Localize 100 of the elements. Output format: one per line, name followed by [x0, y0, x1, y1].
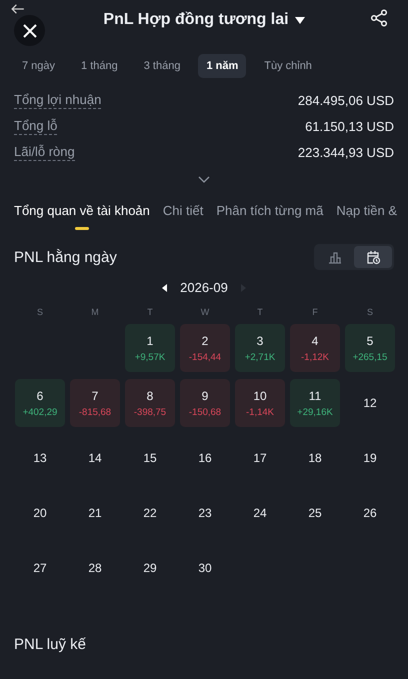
day-number: 21 — [88, 506, 102, 520]
day-number: 6 — [36, 388, 44, 402]
day-number: 10 — [253, 388, 267, 402]
summary-label[interactable]: Tổng lỗ — [14, 118, 58, 135]
calendar-day[interactable]: 24 — [235, 489, 285, 537]
calendar-day[interactable]: 8 -398,75 — [125, 379, 175, 427]
weekday-label: S — [366, 307, 374, 317]
calendar-day[interactable]: 9 -150,68 — [180, 379, 230, 427]
page-title[interactable]: PnL Hợp đồng tương lai — [103, 11, 289, 29]
section-tab[interactable]: Tổng quan về tài khoản — [14, 203, 150, 230]
calendar-day[interactable]: 23 — [180, 489, 230, 537]
pnl-value: -398,75 — [134, 406, 166, 418]
pnl-value: +29,16K — [297, 406, 333, 418]
calendar-day[interactable]: 13 — [15, 434, 65, 482]
day-number: 1 — [146, 334, 154, 348]
day-number: 5 — [366, 334, 374, 348]
calendar-day[interactable]: 30 — [180, 544, 230, 592]
calendar-day[interactable]: 4 -1,12K — [290, 324, 340, 372]
day-number: 28 — [88, 561, 102, 575]
section-tab[interactable]: Chi tiết — [162, 203, 204, 230]
calendar-day[interactable]: 5 +265,15 — [345, 324, 395, 372]
weekday-label: M — [90, 307, 100, 317]
view-button[interactable] — [354, 246, 392, 268]
calendar-day[interactable]: 26 — [345, 489, 395, 537]
summary-label[interactable]: Tổng lợi nhuận — [14, 92, 102, 109]
summary-label[interactable]: Lãi/lỗ ròng — [14, 144, 75, 161]
pnl-value: -1,12K — [301, 352, 329, 362]
calendar-day[interactable]: 11 +29,16K — [290, 379, 340, 427]
calendar-day[interactable]: 12 — [345, 379, 395, 427]
calendar-day[interactable]: 20 — [15, 489, 65, 537]
calendar-clock-icon — [366, 250, 380, 264]
bar-chart-icon — [328, 250, 342, 264]
day-number: 27 — [33, 561, 47, 575]
weekday-label: F — [311, 307, 319, 317]
day-number: 3 — [256, 334, 264, 348]
day-number: 18 — [308, 451, 322, 465]
pnl-value: +9,57K — [134, 352, 166, 362]
calendar-day[interactable]: 29 — [125, 544, 175, 592]
pnl-value: -815,68 — [78, 406, 112, 418]
calendar-day[interactable]: 7 -815,68 — [70, 379, 120, 427]
day-number: 25 — [308, 506, 322, 520]
period-tab[interactable]: 1 năm — [198, 54, 246, 78]
calendar-day[interactable]: 1 +9,57K — [125, 324, 175, 372]
day-number: 14 — [88, 451, 102, 465]
share-icon[interactable] — [370, 9, 388, 27]
section-tab[interactable]: Phân tích từng mã — [216, 203, 324, 230]
caret-icon[interactable] — [294, 16, 305, 24]
calendar-day[interactable]: 3 +2,71K — [235, 324, 285, 372]
weekday-label: T — [146, 307, 154, 317]
calendar-day[interactable]: 18 — [290, 434, 340, 482]
day-number: 20 — [33, 506, 47, 520]
day-number: 7 — [92, 388, 98, 402]
day-number: 11 — [308, 388, 322, 402]
day-number: 4 — [312, 334, 318, 348]
day-number: 29 — [143, 561, 157, 575]
day-number: 30 — [198, 561, 212, 575]
chevron-down-icon[interactable] — [198, 176, 210, 183]
section-title: PNL luỹ kế — [13, 635, 87, 653]
period-tab[interactable]: 1 tháng — [73, 54, 126, 78]
period-tab[interactable]: 3 tháng — [136, 54, 188, 78]
day-number: 26 — [363, 506, 377, 520]
day-number: 9 — [202, 388, 208, 402]
period-tab[interactable]: 7 ngày — [14, 54, 64, 78]
summary-value: 61.150,13 USD — [305, 119, 394, 134]
calendar-day[interactable]: 28 — [70, 544, 120, 592]
left-triangle-icon — [162, 284, 167, 292]
day-number: 24 — [253, 506, 267, 520]
day-number: 12 — [363, 396, 377, 410]
section-title: PNL hằng ngày — [14, 248, 117, 266]
calendar-day[interactable]: 10 -1,14K — [235, 379, 285, 427]
pnl-value: -154,44 — [188, 352, 222, 362]
month-label: 2026-09 — [180, 280, 228, 295]
weekday-label: W — [200, 307, 210, 317]
day-number: 23 — [198, 506, 212, 520]
calendar-day[interactable]: 19 — [345, 434, 395, 482]
calendar-day[interactable]: 27 — [15, 544, 65, 592]
summary-value: 284.495,06 USD — [298, 93, 394, 108]
calendar-day[interactable]: 21 — [70, 489, 120, 537]
pnl-value: +402,29 — [22, 406, 58, 418]
pnl-value: +2,71K — [244, 352, 276, 362]
calendar-day[interactable]: 14 — [70, 434, 120, 482]
pnl-value: +265,15 — [352, 352, 388, 362]
section-tab[interactable]: Nạp tiền & — [336, 203, 398, 230]
weekday-label: S — [36, 307, 44, 317]
calendar-day[interactable]: 15 — [125, 434, 175, 482]
calendar-day[interactable]: 2 -154,44 — [180, 324, 230, 372]
calendar-day[interactable]: 22 — [125, 489, 175, 537]
weekday-label: T — [256, 307, 264, 317]
day-number: 13 — [33, 451, 47, 465]
calendar-day[interactable]: 6 +402,29 — [15, 379, 65, 427]
calendar-day[interactable]: 16 — [180, 434, 230, 482]
calendar-day[interactable]: 17 — [235, 434, 285, 482]
back-arrow-icon[interactable] — [10, 4, 26, 14]
period-tab[interactable]: Tùy chỉnh — [256, 54, 320, 78]
close-button[interactable] — [14, 15, 45, 46]
day-number: 16 — [198, 451, 212, 465]
day-number: 17 — [253, 451, 267, 465]
pnl-value: -150,68 — [188, 406, 222, 418]
day-number: 8 — [146, 388, 154, 402]
calendar-day[interactable]: 25 — [290, 489, 340, 537]
